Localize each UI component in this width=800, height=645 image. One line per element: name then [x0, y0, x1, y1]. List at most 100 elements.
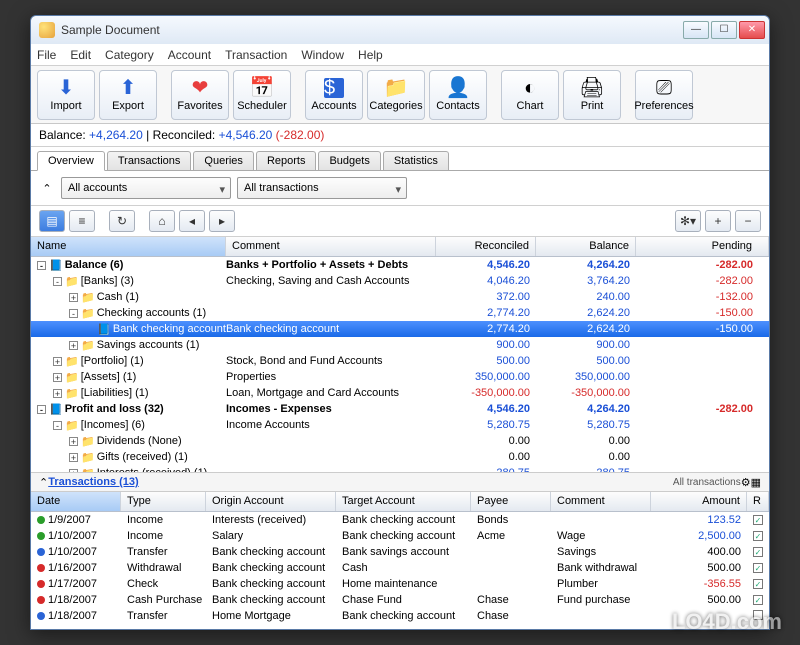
tcol-comment[interactable]: Comment — [551, 492, 651, 511]
refresh-button[interactable]: ↻ — [109, 210, 135, 232]
expand-icon[interactable]: - — [69, 309, 78, 318]
reconciled-checkbox[interactable]: ✓ — [753, 515, 763, 525]
col-pending[interactable]: Pending — [636, 237, 769, 256]
expand-icon[interactable]: + — [53, 389, 62, 398]
row-name: [Portfolio] (1) — [81, 355, 144, 367]
menu-edit[interactable]: Edit — [70, 48, 91, 62]
tool-print[interactable]: 🖨Print — [563, 70, 621, 120]
reconciled-checkbox[interactable]: ✓ — [753, 563, 763, 573]
tcol-payee[interactable]: Payee — [471, 492, 551, 511]
tree-row[interactable]: +📁Savings accounts (1)900.00900.00 — [31, 337, 769, 353]
tcol-r[interactable]: R — [747, 492, 769, 511]
minimize-button[interactable]: — — [683, 21, 709, 39]
reconciled-checkbox[interactable]: ✓ — [753, 547, 763, 557]
expand-icon[interactable]: - — [37, 261, 46, 270]
tree-row[interactable]: 📘Bank checking accountBank checking acco… — [31, 321, 769, 337]
tree-row[interactable]: +📁[Liabilities] (1)Loan, Mortgage and Ca… — [31, 385, 769, 401]
tool-chart[interactable]: ◐Chart — [501, 70, 559, 120]
add-button[interactable]: + — [705, 210, 731, 232]
tcol-origin[interactable]: Origin Account — [206, 492, 336, 511]
transaction-row[interactable]: 1/10/2007TransferBank checking accountBa… — [31, 544, 769, 560]
tcol-type[interactable]: Type — [121, 492, 206, 511]
view-tree-button[interactable]: ≡ — [69, 210, 95, 232]
menu-help[interactable]: Help — [358, 48, 383, 62]
expand-icon[interactable]: + — [69, 437, 78, 446]
reconciled-checkbox[interactable]: ✓ — [753, 531, 763, 541]
tree-row[interactable]: -📁Checking accounts (1)2,774.202,624.20-… — [31, 305, 769, 321]
settings-button[interactable]: ✻▾ — [675, 210, 701, 232]
tab-statistics[interactable]: Statistics — [383, 151, 449, 170]
expand-icon[interactable]: + — [69, 469, 78, 473]
transactions-title[interactable]: Transactions (13) — [48, 476, 138, 488]
tool-preferences[interactable]: ⎚Preferences — [635, 70, 693, 120]
transaction-row[interactable]: 1/10/2007IncomeSalaryBank checking accou… — [31, 528, 769, 544]
tree-row[interactable]: -📘Balance (6)Banks + Portfolio + Assets … — [31, 257, 769, 273]
expand-icon[interactable]: + — [69, 341, 78, 350]
tool-favorites[interactable]: ❤Favorites — [171, 70, 229, 120]
tree-row[interactable]: +📁Gifts (received) (1)0.000.00 — [31, 449, 769, 465]
expand-icon[interactable]: - — [37, 405, 46, 414]
tree-row[interactable]: -📁[Banks] (3)Checking, Saving and Cash A… — [31, 273, 769, 289]
tab-reports[interactable]: Reports — [256, 151, 317, 170]
row-reconciled: 5,280.75 — [436, 419, 536, 431]
transaction-row[interactable]: 1/9/2007IncomeInterests (received)Bank c… — [31, 512, 769, 528]
col-comment[interactable]: Comment — [226, 237, 436, 256]
col-name[interactable]: Name — [31, 237, 226, 256]
tree-row[interactable]: +📁Interests (received) (1)280.75280.75 — [31, 465, 769, 472]
expand-icon[interactable]: + — [53, 357, 62, 366]
transaction-filter-combo[interactable]: All transactions — [237, 177, 407, 199]
tool-contacts[interactable]: 👤Contacts — [429, 70, 487, 120]
trans-opt2-icon[interactable]: ▦ — [751, 476, 761, 489]
tab-transactions[interactable]: Transactions — [107, 151, 192, 170]
tcol-date[interactable]: Date — [31, 492, 121, 511]
account-filter-combo[interactable]: All accounts — [61, 177, 231, 199]
tab-overview[interactable]: Overview — [37, 151, 105, 171]
tool-import[interactable]: ⬇Import — [37, 70, 95, 120]
tool-export[interactable]: ⬆Export — [99, 70, 157, 120]
tool-categories[interactable]: 📁Categories — [367, 70, 425, 120]
expand-icon[interactable]: + — [69, 453, 78, 462]
tab-budgets[interactable]: Budgets — [318, 151, 380, 170]
tcol-amount[interactable]: Amount — [651, 492, 747, 511]
tool-accounts[interactable]: $Accounts — [305, 70, 363, 120]
remove-button[interactable]: − — [735, 210, 761, 232]
titlebar: Sample Document — ☐ ✕ — [31, 16, 769, 44]
collapse-filter-icon[interactable]: ⌃ — [39, 182, 55, 195]
menu-category[interactable]: Category — [105, 48, 154, 62]
view-list-button[interactable]: ▤ — [39, 210, 65, 232]
accounts-tree[interactable]: -📘Balance (6)Banks + Portfolio + Assets … — [31, 257, 769, 472]
back-button[interactable]: ◂ — [179, 210, 205, 232]
expand-icon[interactable]: + — [69, 293, 78, 302]
tab-queries[interactable]: Queries — [193, 151, 254, 170]
tree-row[interactable]: +📁[Assets] (1)Properties350,000.00350,00… — [31, 369, 769, 385]
col-balance[interactable]: Balance — [536, 237, 636, 256]
forward-button[interactable]: ▸ — [209, 210, 235, 232]
tree-row[interactable]: -📁[Incomes] (6)Income Accounts5,280.755,… — [31, 417, 769, 433]
expand-icon[interactable]: - — [53, 421, 62, 430]
maximize-button[interactable]: ☐ — [711, 21, 737, 39]
expand-icon[interactable]: - — [53, 277, 62, 286]
menu-file[interactable]: File — [37, 48, 56, 62]
expand-icon[interactable]: + — [53, 373, 62, 382]
reconciled-checkbox[interactable]: ✓ — [753, 579, 763, 589]
transactions-grid[interactable]: 1/9/2007IncomeInterests (received)Bank c… — [31, 512, 769, 627]
menu-window[interactable]: Window — [301, 48, 344, 62]
collapse-icon[interactable]: ⌃ — [39, 476, 48, 489]
reconciled-checkbox[interactable]: ✓ — [753, 595, 763, 605]
transaction-row[interactable]: 1/17/2007CheckBank checking accountHome … — [31, 576, 769, 592]
tree-row[interactable]: +📁Cash (1)372.00240.00-132.00 — [31, 289, 769, 305]
home-button[interactable]: ⌂ — [149, 210, 175, 232]
menu-account[interactable]: Account — [168, 48, 211, 62]
tree-row[interactable]: +📁Dividends (None)0.000.00 — [31, 433, 769, 449]
tcol-target[interactable]: Target Account — [336, 492, 471, 511]
tool-scheduler[interactable]: 📅Scheduler — [233, 70, 291, 120]
col-reconciled[interactable]: Reconciled — [436, 237, 536, 256]
transaction-row[interactable]: 1/16/2007WithdrawalBank checking account… — [31, 560, 769, 576]
close-button[interactable]: ✕ — [739, 21, 765, 39]
trans-opt1-icon[interactable]: ⚙ — [741, 476, 751, 489]
transaction-row[interactable]: 1/18/2007Cash PurchaseBank checking acco… — [31, 592, 769, 608]
transaction-row[interactable]: 1/18/2007TransferHome MortgageBank check… — [31, 608, 769, 624]
tree-row[interactable]: -📘Profit and loss (32)Incomes - Expenses… — [31, 401, 769, 417]
tree-row[interactable]: +📁[Portfolio] (1)Stock, Bond and Fund Ac… — [31, 353, 769, 369]
menu-transaction[interactable]: Transaction — [225, 48, 287, 62]
